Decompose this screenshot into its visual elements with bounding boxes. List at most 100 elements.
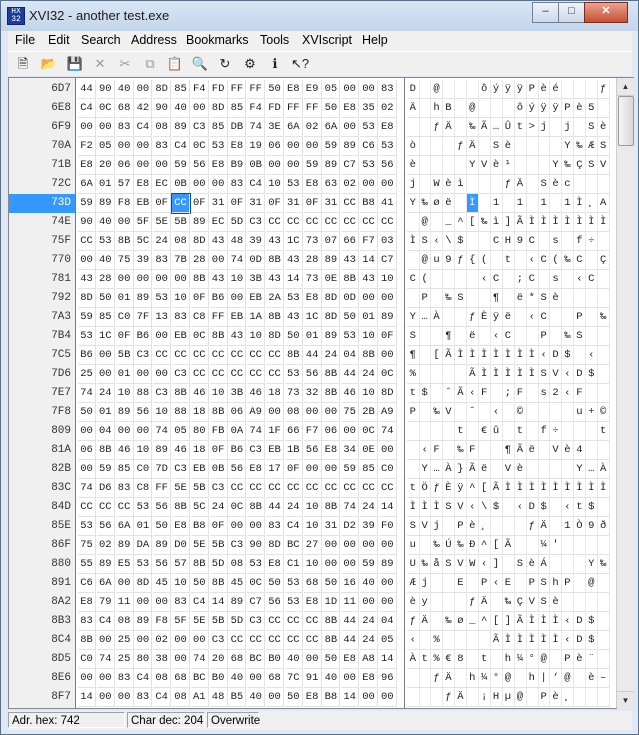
text-char[interactable] — [490, 650, 503, 669]
hex-byte[interactable]: 46 — [247, 384, 266, 403]
text-char[interactable]: è — [466, 517, 479, 536]
hex-byte[interactable]: 53 — [284, 175, 303, 194]
hex-byte[interactable]: 00 — [322, 403, 341, 422]
text-char[interactable]: ÿ — [490, 308, 503, 327]
text-char[interactable]: S — [418, 232, 432, 251]
text-char[interactable]: Ã — [478, 118, 491, 137]
hex-byte[interactable]: C4 — [153, 688, 172, 707]
text-char[interactable]: Ò — [573, 517, 587, 536]
text-char[interactable]: Y — [466, 156, 479, 175]
text-char[interactable]: ‰ — [442, 612, 456, 631]
text-char[interactable]: Ì — [502, 346, 515, 365]
hex-byte[interactable]: 50 — [322, 650, 341, 669]
text-char[interactable]: V — [454, 555, 468, 574]
hex-byte[interactable]: E8 — [172, 517, 190, 536]
hex-column[interactable]: 44 90 40 00 8D 85 F4 FD FF FF 50 E8 E9 05 00 00 83 C4 0C 68… — [78, 78, 399, 708]
hex-byte[interactable]: 00 — [190, 631, 209, 650]
hex-byte[interactable]: 57 — [115, 175, 134, 194]
text-char[interactable]: D — [573, 631, 587, 650]
text-char[interactable]: f — [573, 232, 587, 251]
hex-byte[interactable]: 59 — [172, 156, 190, 175]
text-char[interactable] — [526, 194, 539, 213]
hex-byte[interactable]: 8D — [209, 99, 228, 118]
text-char[interactable]: ‹ — [478, 555, 491, 574]
text-char[interactable] — [514, 308, 527, 327]
text-char[interactable]: Ì — [490, 346, 503, 365]
hex-byte[interactable]: 56 — [266, 593, 284, 612]
text-char[interactable] — [418, 536, 432, 555]
text-char[interactable]: Ã — [454, 384, 468, 403]
hex-byte[interactable]: E8 — [78, 156, 96, 175]
hex-byte[interactable]: 0B — [209, 460, 228, 479]
hex-byte[interactable]: 59 — [322, 137, 341, 156]
hex-byte[interactable]: 63 — [322, 175, 341, 194]
text-char[interactable]: A — [597, 194, 610, 213]
text-char[interactable]: ; — [514, 270, 527, 289]
hex-byte[interactable]: BC — [284, 536, 303, 555]
hex-byte[interactable]: 74 — [247, 118, 266, 137]
text-char[interactable] — [537, 441, 551, 460]
text-char[interactable]: j — [537, 118, 551, 137]
hex-byte[interactable]: 40 — [247, 688, 266, 707]
text-char[interactable]: Ì — [561, 479, 575, 498]
text-char[interactable]: ‹ — [466, 498, 479, 517]
text-char[interactable]: V — [454, 498, 468, 517]
text-char[interactable]: Y — [549, 156, 563, 175]
text-char[interactable]: À — [442, 460, 456, 479]
hex-byte[interactable]: 50 — [266, 574, 284, 593]
hex-byte[interactable]: 8B — [115, 232, 134, 251]
text-char[interactable] — [454, 118, 468, 137]
hex-byte[interactable]: 39 — [134, 251, 153, 270]
text-char[interactable]: ÿ — [514, 80, 527, 99]
hex-byte[interactable]: 83 — [78, 612, 96, 631]
text-char[interactable] — [514, 156, 527, 175]
text-char[interactable]: Ì — [597, 479, 610, 498]
text-char[interactable]: _ — [466, 612, 479, 631]
hex-byte[interactable]: 00 — [96, 688, 115, 707]
text-char[interactable]: S — [585, 156, 598, 175]
text-char[interactable]: D — [573, 612, 587, 631]
hex-byte[interactable]: 10 — [172, 574, 190, 593]
hex-byte[interactable]: F4 — [247, 99, 266, 118]
hex-byte[interactable]: 00 — [115, 688, 134, 707]
hex-byte[interactable]: C4 — [78, 99, 96, 118]
hex-byte[interactable]: 0C — [190, 327, 209, 346]
text-char[interactable] — [442, 631, 456, 650]
text-char[interactable]: h — [466, 669, 479, 688]
text-char[interactable] — [442, 365, 456, 384]
text-char[interactable]: Ì — [502, 365, 515, 384]
hex-byte[interactable]: 0C — [228, 498, 247, 517]
hex-byte[interactable]: F7 — [303, 422, 322, 441]
text-char[interactable] — [418, 118, 432, 137]
text-char[interactable] — [418, 403, 432, 422]
text-char[interactable]: ( — [549, 251, 563, 270]
hex-byte[interactable]: 74 — [228, 251, 247, 270]
hex-byte[interactable]: 53 — [209, 137, 228, 156]
text-char[interactable]: è — [514, 460, 527, 479]
hex-byte[interactable]: 89 — [115, 403, 134, 422]
text-char[interactable]: Ì — [478, 346, 491, 365]
hex-byte[interactable]: 53 — [284, 593, 303, 612]
text-char[interactable] — [490, 593, 503, 612]
text-char[interactable]: @ — [514, 688, 527, 707]
hex-byte[interactable]: 00 — [303, 137, 322, 156]
text-char[interactable]: Ì — [466, 194, 479, 213]
hex-byte[interactable]: CC — [247, 346, 266, 365]
open-file-icon[interactable]: 📂 — [40, 55, 58, 73]
hex-byte[interactable]: 6A — [96, 574, 115, 593]
hex-byte[interactable]: 5D — [228, 213, 247, 232]
hex-byte[interactable]: 85 — [115, 460, 134, 479]
text-char[interactable] — [502, 99, 515, 118]
text-char[interactable] — [418, 327, 432, 346]
hex-byte[interactable]: 53 — [78, 327, 96, 346]
hex-byte[interactable]: 10 — [134, 441, 153, 460]
text-char[interactable]: Ç — [514, 593, 527, 612]
text-char[interactable]: è — [549, 593, 563, 612]
text-char[interactable]: B — [442, 99, 456, 118]
hex-byte[interactable]: C3 — [172, 365, 190, 384]
text-char[interactable]: ¡ — [478, 688, 491, 707]
hex-byte[interactable]: FB — [209, 422, 228, 441]
hex-byte[interactable]: 01 — [115, 289, 134, 308]
text-char[interactable] — [430, 156, 444, 175]
text-char[interactable] — [442, 137, 456, 156]
